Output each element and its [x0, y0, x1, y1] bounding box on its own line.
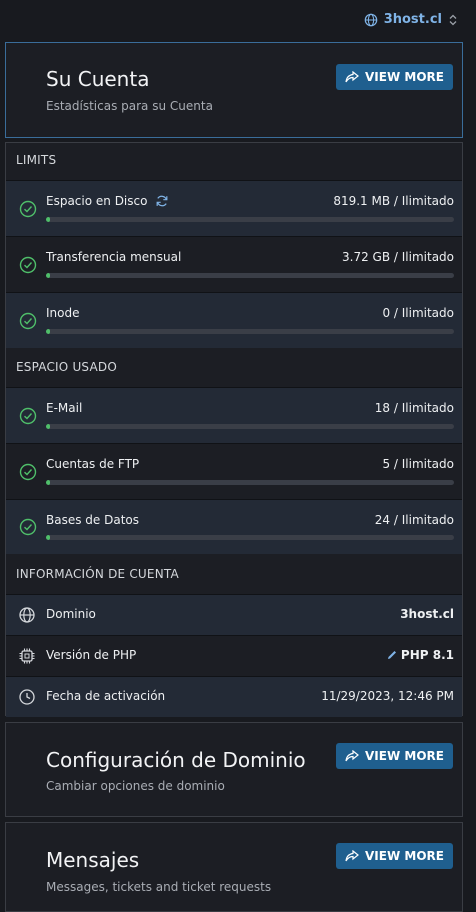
- limit-row-disk: Espacio en Disco 819.1 MB / Ilimitado: [6, 180, 462, 236]
- used-value: 5 / Ilimitado: [382, 457, 454, 471]
- usage-bar: [46, 273, 454, 278]
- info-label: Fecha de activación: [46, 689, 166, 703]
- used-label: Cuentas de FTP: [46, 457, 140, 471]
- limit-value: 0 / Ilimitado: [382, 306, 454, 320]
- info-section-title: INFORMACIÓN DE CUENTA: [16, 567, 179, 581]
- domain-view-more-label: VIEW MORE: [365, 749, 444, 763]
- usage-bar: [46, 535, 454, 540]
- limit-label-text: Espacio en Disco: [46, 194, 148, 208]
- used-value: 18 / Ilimitado: [374, 401, 454, 415]
- domain-config-title: Configuración de Dominio: [46, 748, 306, 772]
- domain-link[interactable]: 3host.cl: [400, 607, 454, 621]
- share-icon: [345, 71, 359, 83]
- activation-date: 11/29/2023, 12:46 PM: [321, 689, 454, 703]
- share-icon: [345, 750, 359, 762]
- usage-bar-fill: [46, 535, 51, 540]
- usage-bar-fill: [46, 273, 51, 278]
- account-card-title: Su Cuenta: [46, 67, 150, 91]
- chip-icon: [19, 648, 35, 664]
- usage-bar-fill: [46, 329, 51, 334]
- check-circle-icon: [19, 200, 37, 217]
- domain-view-more-button[interactable]: VIEW MORE: [336, 743, 453, 769]
- info-label: Versión de PHP: [46, 648, 137, 662]
- usage-bar: [46, 217, 454, 222]
- domain-switcher[interactable]: 3host.cl: [364, 12, 458, 27]
- domain-switcher-label: 3host.cl: [383, 12, 442, 27]
- chevron-updown-icon: [449, 14, 457, 25]
- globe-icon: [364, 13, 378, 26]
- messages-view-more-label: VIEW MORE: [365, 849, 444, 863]
- used-row-databases: Bases de Datos 24 / Ilimitado: [6, 499, 462, 554]
- clock-icon: [19, 689, 35, 705]
- pencil-icon: [387, 651, 396, 659]
- messages-card: Mensajes Messages, tickets and ticket re…: [5, 822, 463, 912]
- php-version-link[interactable]: PHP 8.1: [387, 648, 454, 662]
- limit-row-inode: Inode 0 / Ilimitado: [6, 292, 462, 348]
- used-row-ftp: Cuentas de FTP 5 / Ilimitado: [6, 443, 462, 499]
- info-label: Dominio: [46, 607, 96, 621]
- topbar: 3host.cl: [0, 0, 476, 42]
- messages-subtitle: Messages, tickets and ticket requests: [46, 880, 272, 894]
- info-row-activation: Fecha de activación 11/29/2023, 12:46 PM: [6, 676, 462, 717]
- info-row-php: Versión de PHP PHP 8.1: [6, 635, 462, 676]
- limit-value: 3.72 GB / Ilimitado: [342, 250, 454, 264]
- limit-label: Transferencia mensual: [46, 250, 182, 264]
- limit-label: Inode: [46, 306, 80, 320]
- check-circle-icon: [19, 312, 37, 329]
- usage-bar-fill: [46, 217, 51, 222]
- account-card-subtitle: Estadísticas para su Cuenta: [46, 99, 213, 113]
- globe-icon: [19, 607, 35, 623]
- check-circle-icon: [19, 407, 37, 424]
- messages-title: Mensajes: [46, 848, 140, 872]
- limit-value: 819.1 MB / Ilimitado: [333, 194, 454, 208]
- messages-view-more-button[interactable]: VIEW MORE: [336, 843, 453, 869]
- php-version-text: PHP 8.1: [400, 648, 454, 662]
- check-circle-icon: [19, 463, 37, 480]
- used-label: Bases de Datos: [46, 513, 139, 527]
- used-value: 24 / Ilimitado: [374, 513, 454, 527]
- usage-bar: [46, 480, 454, 485]
- usage-bar-fill: [46, 424, 51, 429]
- domain-config-subtitle: Cambiar opciones de dominio: [46, 779, 225, 793]
- limit-label: Espacio en Disco: [46, 194, 169, 208]
- used-label: E-Mail: [46, 401, 83, 415]
- account-card: Su Cuenta Estadísticas para su Cuenta VI…: [5, 42, 463, 138]
- check-circle-icon: [19, 518, 37, 536]
- account-view-more-button[interactable]: VIEW MORE: [336, 64, 453, 90]
- used-row-email: E-Mail 18 / Ilimitado: [6, 387, 462, 443]
- share-icon: [345, 850, 359, 862]
- usage-bar-fill: [46, 480, 51, 485]
- used-section-title: ESPACIO USADO: [16, 360, 117, 374]
- limit-row-transfer: Transferencia mensual 3.72 GB / Ilimitad…: [6, 236, 462, 292]
- account-view-more-label: VIEW MORE: [365, 70, 444, 84]
- usage-bar: [46, 329, 454, 334]
- usage-bar: [46, 424, 454, 429]
- limits-section-title: LIMITS: [16, 153, 57, 167]
- info-row-domain: Dominio 3host.cl: [6, 594, 462, 635]
- stats-panel: LIMITS Espacio en Disco 819.1 MB / Ilimi…: [5, 142, 463, 717]
- domain-config-card: Configuración de Dominio Cambiar opcione…: [5, 722, 463, 817]
- refresh-icon[interactable]: [155, 194, 169, 208]
- check-circle-icon: [19, 256, 37, 273]
